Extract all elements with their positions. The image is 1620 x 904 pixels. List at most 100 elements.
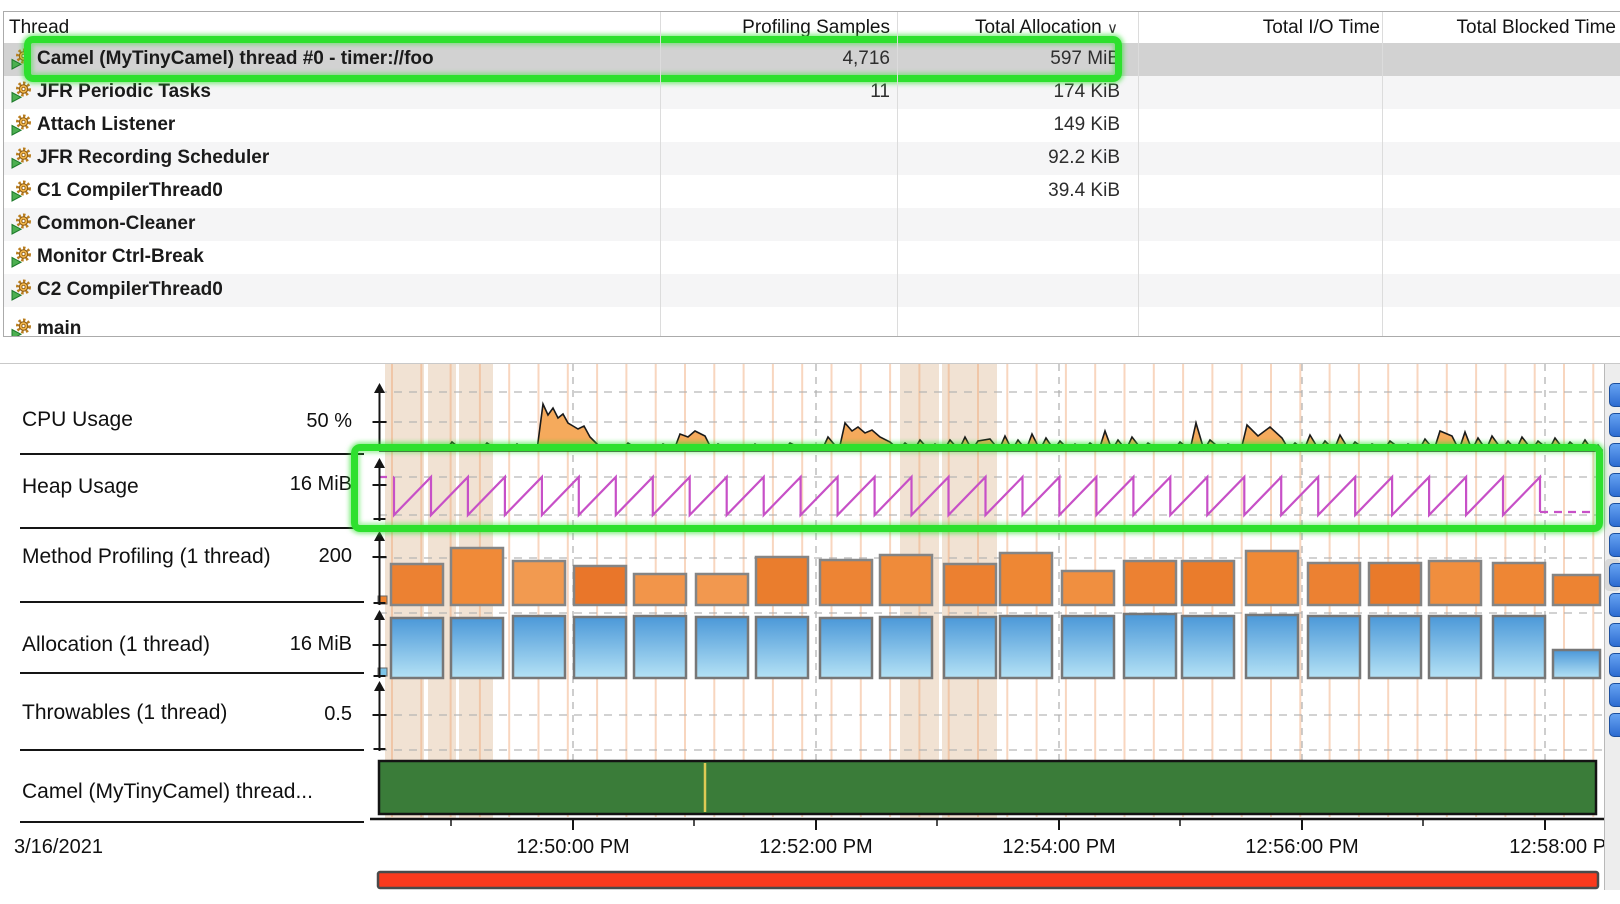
allocation-bar xyxy=(696,617,748,678)
allocation-bar xyxy=(1182,616,1234,678)
profiling-samples-value: 11 xyxy=(870,81,890,103)
axis-arrow-icon xyxy=(374,383,385,393)
method-profiling-bar xyxy=(944,564,996,605)
chart-config-button[interactable] xyxy=(1609,533,1620,557)
method-profiling-bar xyxy=(513,561,565,605)
method-profiling-bar xyxy=(634,574,686,605)
allocation-bar xyxy=(1062,616,1114,678)
time-axis-label: 12:50:00 PM xyxy=(493,836,653,859)
method-profiling-bar xyxy=(1429,561,1481,605)
method-profiling-bar xyxy=(1369,563,1421,605)
allocation-bar xyxy=(1553,650,1600,678)
axis-arrow-icon xyxy=(374,610,385,620)
total-allocation-value: 92.2 KiB xyxy=(1048,147,1120,169)
timeline-plot-canvas[interactable] xyxy=(0,363,1620,904)
thread-icon xyxy=(10,48,32,70)
chart-config-button[interactable] xyxy=(1609,473,1620,497)
chart-config-button[interactable] xyxy=(1609,623,1620,647)
profiler-window: Thread Profiling Samples Total Allocatio… xyxy=(0,0,1620,904)
thread-name: JFR Periodic Tasks xyxy=(37,81,211,103)
method-profiling-bar xyxy=(756,557,808,605)
table-row[interactable]: Monitor Ctrl-Break xyxy=(4,241,1620,274)
column-header-profiling-samples[interactable]: Profiling Samples xyxy=(742,17,890,39)
allocation-bar xyxy=(634,616,686,678)
method-profiling-bar xyxy=(1308,563,1360,605)
timeline-scrollbar[interactable] xyxy=(378,872,1598,888)
table-row[interactable]: Common-Cleaner xyxy=(4,208,1620,241)
method-profiling-bar xyxy=(1062,571,1114,605)
thread-name: main xyxy=(37,318,81,337)
allocation-bar xyxy=(944,617,996,678)
time-axis-label: 12:52:00 PM xyxy=(736,836,896,859)
chart-config-button[interactable] xyxy=(1609,653,1620,677)
total-allocation-value: 597 MiB xyxy=(1050,48,1120,70)
method-profiling-bar xyxy=(1000,553,1052,605)
column-header-thread[interactable]: Thread xyxy=(9,17,69,39)
method-profiling-bar xyxy=(880,555,932,605)
thread-icon xyxy=(10,180,32,202)
time-axis-label: 12:54:00 PM xyxy=(979,836,1139,859)
thread-icon xyxy=(10,114,32,136)
time-axis-label: 12:58:00 PM xyxy=(1486,836,1620,859)
chart-config-button[interactable] xyxy=(1609,443,1620,467)
total-allocation-value: 39.4 KiB xyxy=(1048,180,1120,202)
thread-activity-bar xyxy=(379,761,1596,814)
table-row[interactable]: C2 CompilerThread0 xyxy=(4,274,1620,307)
total-allocation-value: 149 KiB xyxy=(1053,114,1120,136)
allocation-bar xyxy=(820,618,872,678)
thread-icon xyxy=(10,213,32,235)
thread-name: Attach Listener xyxy=(37,114,175,136)
method-profiling-bar xyxy=(1246,551,1298,605)
thread-icon xyxy=(10,246,32,268)
axis-arrow-icon xyxy=(374,681,385,691)
table-row[interactable]: main xyxy=(4,307,1620,337)
column-separator xyxy=(660,12,661,336)
allocation-bar xyxy=(756,617,808,678)
thread-icon xyxy=(10,279,32,301)
table-row[interactable]: JFR Recording Scheduler 92.2 KiB xyxy=(4,142,1620,175)
axis-arrow-icon xyxy=(374,531,385,541)
chart-config-button[interactable] xyxy=(1609,383,1620,407)
table-row[interactable]: C1 CompilerThread0 39.4 KiB xyxy=(4,175,1620,208)
thread-icon xyxy=(10,81,32,103)
allocation-bar xyxy=(1493,616,1545,678)
thread-table-panel: Thread Profiling Samples Total Allocatio… xyxy=(3,11,1620,337)
time-axis-label: 12:56:00 PM xyxy=(1222,836,1382,859)
column-header-total-allocation[interactable]: Total Allocation ∨ xyxy=(975,17,1118,39)
chart-config-button[interactable] xyxy=(1609,593,1620,617)
table-row[interactable]: Camel (MyTinyCamel) thread #0 - timer://… xyxy=(4,43,1620,76)
column-header-total-blocked-time[interactable]: Total Blocked Time xyxy=(1457,17,1616,39)
method-profiling-bar xyxy=(1124,561,1176,605)
allocation-bar xyxy=(1429,616,1481,678)
allocation-bar xyxy=(1246,615,1298,678)
total-allocation-value: 174 KiB xyxy=(1053,81,1120,103)
column-header-total-allocation-label: Total Allocation xyxy=(975,17,1102,38)
allocation-bar xyxy=(513,616,565,678)
chart-config-button[interactable] xyxy=(1609,563,1620,587)
method-profiling-bar xyxy=(391,564,443,605)
chart-config-button[interactable] xyxy=(1609,683,1620,707)
method-profiling-bar xyxy=(820,560,872,605)
column-header-total-io-time[interactable]: Total I/O Time xyxy=(1263,17,1380,39)
chart-config-button[interactable] xyxy=(1609,413,1620,437)
allocation-bar xyxy=(574,617,626,678)
thread-name: JFR Recording Scheduler xyxy=(37,147,269,169)
thread-name: Common-Cleaner xyxy=(37,213,195,235)
allocation-bar xyxy=(1124,614,1176,678)
thread-name: C2 CompilerThread0 xyxy=(37,279,223,301)
method-profiling-bar xyxy=(451,548,503,605)
method-profiling-bar xyxy=(574,566,626,605)
table-row[interactable]: Attach Listener 149 KiB xyxy=(4,109,1620,142)
allocation-bar xyxy=(1308,616,1360,678)
thread-name: C1 CompilerThread0 xyxy=(37,180,223,202)
allocation-bar xyxy=(880,617,932,678)
allocation-bar xyxy=(391,618,443,678)
thread-table-rows: Camel (MyTinyCamel) thread #0 - timer://… xyxy=(4,43,1620,337)
thread-name: Monitor Ctrl-Break xyxy=(37,246,204,268)
column-separator xyxy=(897,12,898,336)
allocation-bar xyxy=(1369,616,1421,678)
chart-config-button[interactable] xyxy=(1609,503,1620,527)
chart-config-button[interactable] xyxy=(1609,713,1620,737)
allocation-bar xyxy=(451,618,503,678)
table-row[interactable]: JFR Periodic Tasks 11 174 KiB xyxy=(4,76,1620,109)
